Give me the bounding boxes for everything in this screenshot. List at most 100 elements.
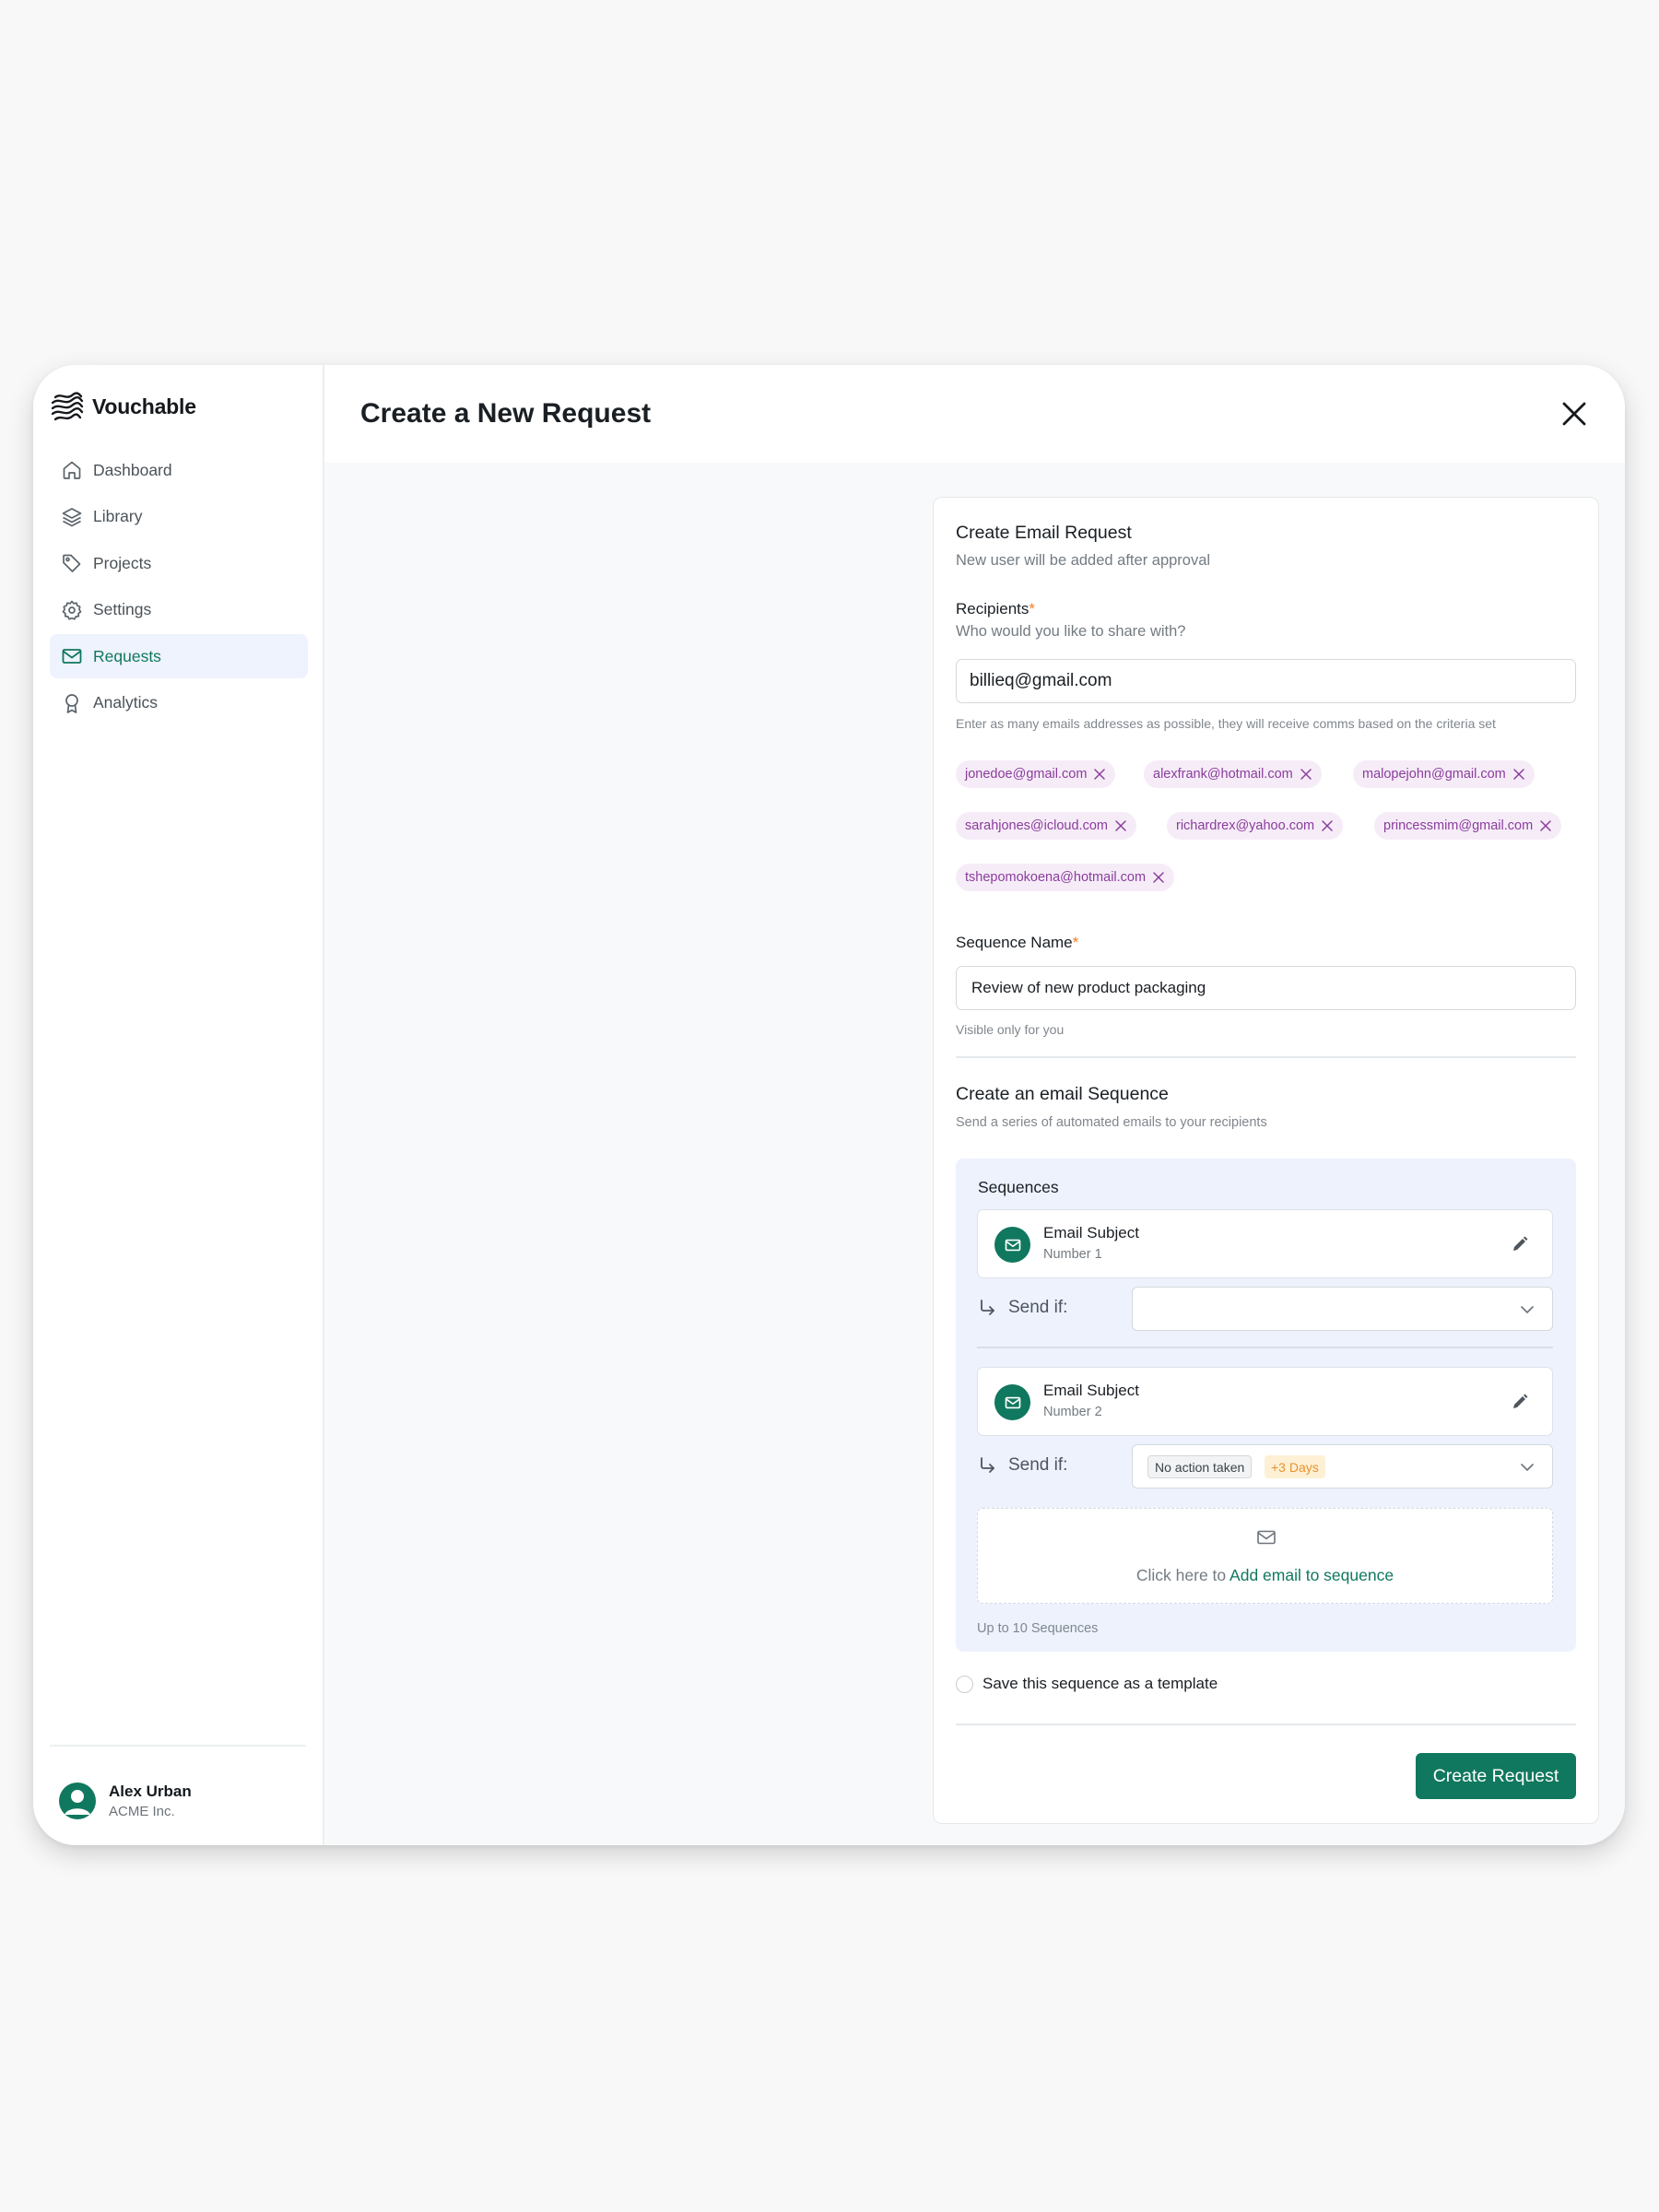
- remove-icon[interactable]: [1539, 819, 1552, 832]
- mail-icon: [1257, 1530, 1276, 1545]
- chip-label: malopejohn@gmail.com: [1362, 767, 1506, 782]
- sequence-name-value: Review of new product packaging: [971, 979, 1206, 996]
- email-badge: [994, 1384, 1030, 1420]
- recipients-subtitle: Who would you like to share with?: [956, 623, 1186, 640]
- recipient-chip[interactable]: richardrex@yahoo.com: [1167, 812, 1344, 840]
- chip-label: sarahjones@icloud.com: [965, 818, 1108, 833]
- user-org: ACME Inc.: [109, 1804, 175, 1819]
- email-number: Number 2: [1043, 1405, 1102, 1419]
- sidebar-item-library[interactable]: Library: [50, 495, 308, 539]
- send-if-dropdown[interactable]: [1132, 1287, 1553, 1331]
- mail-icon: [61, 645, 83, 667]
- award-icon: [61, 692, 83, 714]
- send-if-dropdown[interactable]: No action taken +3 Days: [1132, 1444, 1553, 1488]
- brand-name: Vouchable: [92, 394, 196, 418]
- recipient-chip[interactable]: malopejohn@gmail.com: [1353, 760, 1535, 788]
- sidebar-item-analytics[interactable]: Analytics: [50, 681, 308, 725]
- mail-icon: [1005, 1396, 1020, 1408]
- sidebar-item-label: Dashboard: [93, 460, 172, 479]
- remove-icon[interactable]: [1093, 768, 1106, 781]
- sidebar-item-label: Projects: [93, 553, 152, 572]
- sidebar-divider: [50, 1745, 306, 1747]
- recipients-input[interactable]: billieq@gmail.com: [956, 659, 1576, 703]
- user-profile[interactable]: Alex Urban ACME Inc.: [59, 1783, 192, 1819]
- sequence-email-card[interactable]: Email Subject Number 1: [977, 1209, 1553, 1278]
- chip-label: alexfrank@hotmail.com: [1153, 767, 1293, 782]
- recipient-chip[interactable]: jonedoe@gmail.com: [956, 760, 1116, 788]
- top-bar: Create a New Request: [324, 365, 1625, 463]
- layers-icon: [61, 506, 83, 528]
- form-section-subtitle: New user will be added after approval: [956, 552, 1211, 569]
- tag-icon: [61, 552, 83, 574]
- add-email-text: Click here to Add email to sequence: [978, 1566, 1552, 1585]
- recipients-label: Recipients*: [956, 600, 1035, 618]
- request-form-card: Create Email Request New user will be ad…: [933, 497, 1599, 1824]
- page-title: Create a New Request: [360, 398, 652, 429]
- sidebar-item-settings[interactable]: Settings: [50, 588, 308, 632]
- recipient-chip[interactable]: sarahjones@icloud.com: [956, 812, 1136, 840]
- save-template-label: Save this sequence as a template: [982, 1675, 1218, 1692]
- recipients-input-value: billieq@gmail.com: [970, 671, 1112, 690]
- sidebar-item-requests[interactable]: Requests: [50, 634, 308, 678]
- form-section-title: Create Email Request: [956, 523, 1132, 543]
- gear-icon: [61, 599, 83, 621]
- sidebar-item-label: Settings: [93, 600, 152, 618]
- chip-label: jonedoe@gmail.com: [965, 767, 1088, 782]
- sequences-panel: Sequences Email Subject Number 1 Send if…: [956, 1159, 1576, 1652]
- user-icon: [65, 1790, 90, 1815]
- remove-icon[interactable]: [1512, 768, 1525, 781]
- remove-icon[interactable]: [1321, 819, 1334, 832]
- sidebar-item-label: Library: [93, 507, 143, 525]
- sequences-title: Sequences: [978, 1178, 1059, 1196]
- sidebar-item-dashboard[interactable]: Dashboard: [50, 448, 308, 492]
- recipient-chip[interactable]: alexfrank@hotmail.com: [1144, 760, 1322, 788]
- section-divider: [956, 1056, 1576, 1058]
- sidebar-item-projects[interactable]: Projects: [50, 541, 308, 585]
- save-template-checkbox[interactable]: Save this sequence as a template: [956, 1675, 1218, 1693]
- chip-label: tshepomokoena@hotmail.com: [965, 870, 1147, 885]
- recipients-hint: Enter as many emails addresses as possib…: [956, 716, 1496, 731]
- chevron-down-icon: [1521, 1306, 1534, 1313]
- checkbox-circle[interactable]: [956, 1675, 973, 1693]
- send-if-label: Send if:: [1008, 1298, 1068, 1317]
- pencil-icon[interactable]: [1510, 1392, 1530, 1412]
- return-arrow-icon: [981, 1300, 994, 1315]
- email-subject: Email Subject: [1043, 1382, 1139, 1399]
- remove-icon[interactable]: [1152, 871, 1165, 884]
- return-arrow-icon: [981, 1457, 994, 1473]
- sequence-separator: [977, 1347, 1553, 1348]
- email-sequence-subtitle: Send a series of automated emails to you…: [956, 1115, 1267, 1130]
- send-if-row: Send if: No action taken +3 Days: [977, 1444, 1553, 1488]
- home-icon: [61, 459, 83, 481]
- required-mark: *: [1029, 600, 1035, 618]
- main-content: Create a New Request Create Email Reques…: [324, 365, 1625, 1845]
- app-window: Vouchable Dashboard Library Projects Set…: [33, 365, 1625, 1845]
- sidebar-item-label: Analytics: [93, 693, 159, 712]
- pencil-icon[interactable]: [1510, 1234, 1530, 1254]
- email-badge: [994, 1227, 1030, 1263]
- send-if-row: Send if:: [977, 1287, 1553, 1331]
- chip-label: princessmim@gmail.com: [1383, 818, 1534, 833]
- chevron-down-icon: [1521, 1464, 1534, 1471]
- footer-divider: [956, 1724, 1576, 1725]
- remove-icon[interactable]: [1300, 768, 1312, 781]
- send-if-label: Send if:: [1008, 1455, 1068, 1475]
- chip-label: richardrex@yahoo.com: [1176, 818, 1315, 833]
- create-request-button[interactable]: Create Request: [1416, 1753, 1576, 1799]
- brand-logo[interactable]: Vouchable: [50, 389, 196, 424]
- add-email-to-sequence-button[interactable]: Click here to Add email to sequence: [977, 1508, 1553, 1604]
- delay-badge: +3 Days: [1265, 1455, 1325, 1478]
- sequence-email-card[interactable]: Email Subject Number 2: [977, 1367, 1553, 1436]
- remove-icon[interactable]: [1114, 819, 1127, 832]
- sequence-limit-hint: Up to 10 Sequences: [977, 1621, 1099, 1636]
- sidebar-item-label: Requests: [93, 646, 161, 665]
- close-icon[interactable]: [1560, 400, 1588, 428]
- sequence-name-input[interactable]: Review of new product packaging: [956, 966, 1576, 1010]
- sequence-name-label-text: Sequence Name: [956, 934, 1073, 951]
- sidebar: Vouchable Dashboard Library Projects Set…: [33, 365, 324, 1845]
- add-email-link[interactable]: Add email to sequence: [1230, 1566, 1394, 1584]
- required-mark: *: [1072, 934, 1079, 951]
- recipient-chip[interactable]: princessmim@gmail.com: [1374, 812, 1562, 840]
- sequence-name-label: Sequence Name*: [956, 934, 1078, 952]
- recipient-chip[interactable]: tshepomokoena@hotmail.com: [956, 864, 1175, 891]
